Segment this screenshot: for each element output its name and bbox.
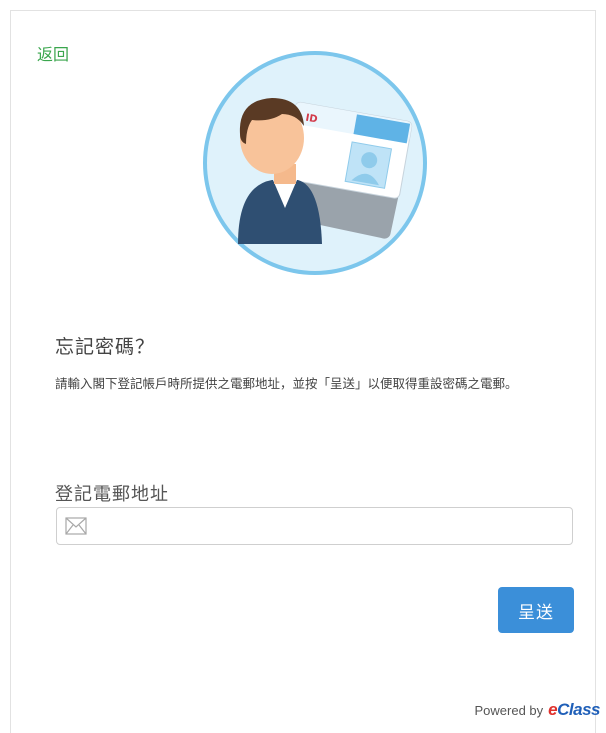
submit-button[interactable]: 呈送 (498, 587, 574, 633)
powered-by-text: Powered by (474, 703, 544, 718)
back-link[interactable]: 返回 (37, 41, 69, 65)
eclass-logo[interactable]: eClass (548, 700, 600, 720)
powered-by-footer: Powered by eClass (475, 700, 601, 720)
instruction-text: 請輸入閣下登記帳戶時所提供之電郵地址，並按「呈送」以便取得重設密碼之電郵。 (55, 376, 518, 391)
mail-icon (65, 517, 87, 535)
page-title: 忘記密碼？ (55, 336, 156, 358)
id-card-illustration: ID (203, 51, 427, 275)
email-field (56, 507, 573, 546)
svg-text:ID: ID (305, 113, 319, 126)
email-input[interactable] (95, 508, 569, 546)
email-label: 登記電郵地址 (55, 484, 169, 505)
